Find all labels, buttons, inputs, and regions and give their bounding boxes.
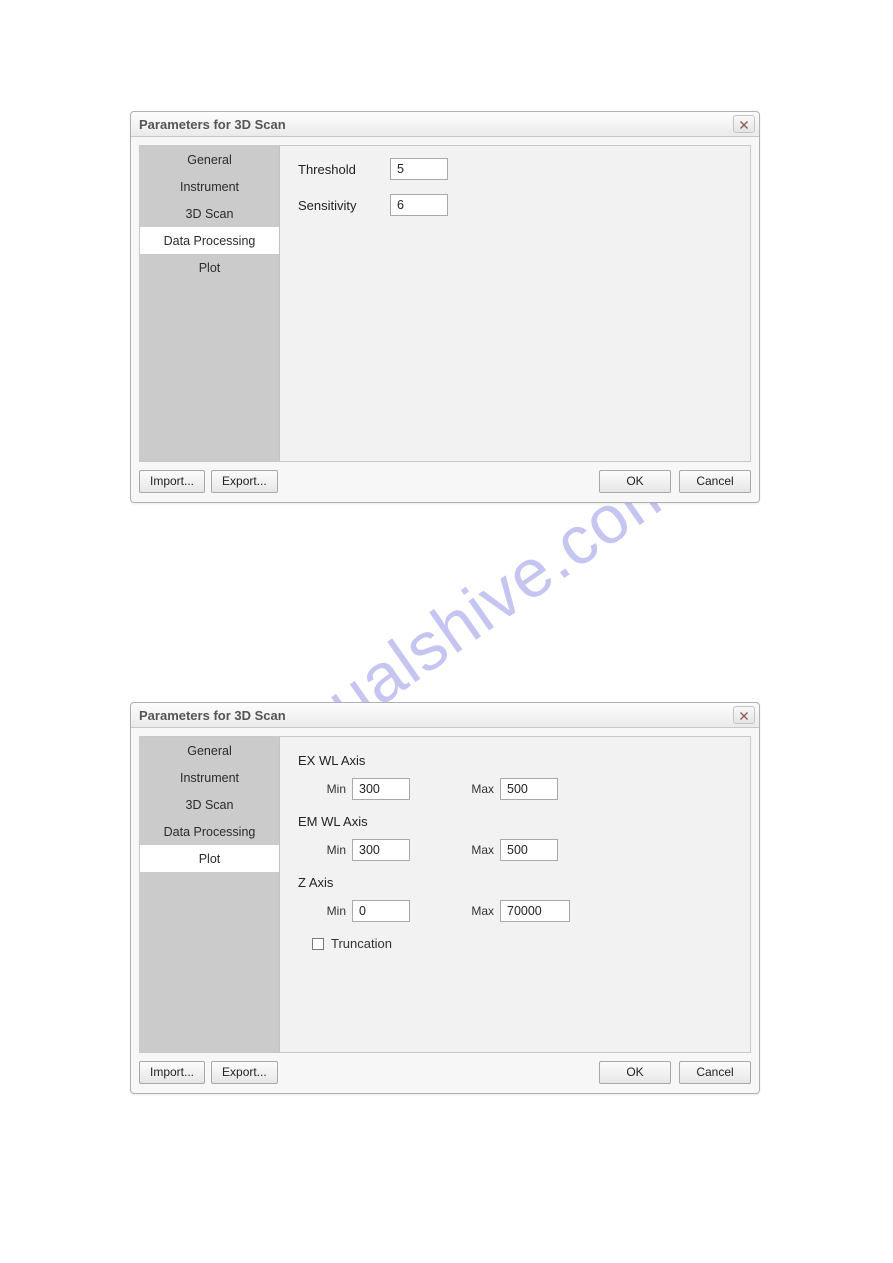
sidebar-item-label: Data Processing [164, 825, 256, 839]
import-button[interactable]: Import... [139, 1061, 205, 1084]
dialog-parameters-data-processing: Parameters for 3D Scan General Instrumen… [130, 111, 760, 503]
sidebar-item-instrument[interactable]: Instrument [140, 764, 279, 791]
dialog-parameters-plot: Parameters for 3D Scan General Instrumen… [130, 702, 760, 1094]
sidebar-item-data-processing[interactable]: Data Processing [140, 227, 279, 254]
export-button[interactable]: Export... [211, 470, 278, 493]
ok-button[interactable]: OK [599, 470, 671, 493]
titlebar: Parameters for 3D Scan [131, 112, 759, 137]
export-button[interactable]: Export... [211, 1061, 278, 1084]
dialog-title: Parameters for 3D Scan [139, 117, 286, 132]
z-max-label: Max [460, 904, 500, 918]
sidebar-item-label: General [187, 744, 231, 758]
cancel-button[interactable]: Cancel [679, 470, 751, 493]
panel-data-processing: Threshold Sensitivity [280, 146, 750, 461]
threshold-input[interactable] [390, 158, 448, 180]
dialog-body: General Instrument 3D Scan Data Processi… [139, 145, 751, 462]
sidebar-item-label: Plot [199, 852, 221, 866]
sidebar-item-general[interactable]: General [140, 737, 279, 764]
ex-min-input[interactable] [352, 778, 410, 800]
z-axis-label: Z Axis [298, 875, 732, 890]
dialog-footer: Import... Export... OK Cancel [139, 468, 751, 494]
sidebar-item-3d-scan[interactable]: 3D Scan [140, 200, 279, 227]
truncation-checkbox[interactable]: Truncation [298, 936, 732, 951]
import-button[interactable]: Import... [139, 470, 205, 493]
truncation-label: Truncation [331, 936, 392, 951]
sidebar-item-label: 3D Scan [186, 798, 234, 812]
ok-button[interactable]: OK [599, 1061, 671, 1084]
sidebar-item-label: General [187, 153, 231, 167]
ex-wl-axis-label: EX WL Axis [298, 753, 732, 768]
threshold-label: Threshold [298, 162, 390, 177]
sensitivity-input[interactable] [390, 194, 448, 216]
sidebar-item-label: Plot [199, 261, 221, 275]
sidebar-item-instrument[interactable]: Instrument [140, 173, 279, 200]
z-min-label: Min [312, 904, 352, 918]
ex-min-label: Min [312, 782, 352, 796]
sidebar-item-plot[interactable]: Plot [140, 845, 279, 872]
close-icon [740, 708, 748, 723]
dialog-footer: Import... Export... OK Cancel [139, 1059, 751, 1085]
sidebar-item-label: Data Processing [164, 234, 256, 248]
em-max-input[interactable] [500, 839, 558, 861]
em-min-input[interactable] [352, 839, 410, 861]
close-button[interactable] [733, 115, 755, 133]
sidebar-item-label: Instrument [180, 180, 239, 194]
sidebar-item-3d-scan[interactable]: 3D Scan [140, 791, 279, 818]
sidebar-item-data-processing[interactable]: Data Processing [140, 818, 279, 845]
em-max-label: Max [460, 843, 500, 857]
dialog-body: General Instrument 3D Scan Data Processi… [139, 736, 751, 1053]
sidebar-tabs: General Instrument 3D Scan Data Processi… [140, 146, 280, 461]
sensitivity-label: Sensitivity [298, 198, 390, 213]
z-max-input[interactable] [500, 900, 570, 922]
close-icon [740, 117, 748, 132]
cancel-button[interactable]: Cancel [679, 1061, 751, 1084]
sidebar-item-label: 3D Scan [186, 207, 234, 221]
panel-plot: EX WL Axis Min Max EM WL Axis Min [280, 737, 750, 1052]
em-min-label: Min [312, 843, 352, 857]
sidebar-item-general[interactable]: General [140, 146, 279, 173]
close-button[interactable] [733, 706, 755, 724]
sidebar-item-plot[interactable]: Plot [140, 254, 279, 281]
ex-max-label: Max [460, 782, 500, 796]
sidebar-tabs: General Instrument 3D Scan Data Processi… [140, 737, 280, 1052]
titlebar: Parameters for 3D Scan [131, 703, 759, 728]
dialog-title: Parameters for 3D Scan [139, 708, 286, 723]
checkbox-box-icon [312, 938, 324, 950]
sidebar-item-label: Instrument [180, 771, 239, 785]
z-min-input[interactable] [352, 900, 410, 922]
em-wl-axis-label: EM WL Axis [298, 814, 732, 829]
ex-max-input[interactable] [500, 778, 558, 800]
